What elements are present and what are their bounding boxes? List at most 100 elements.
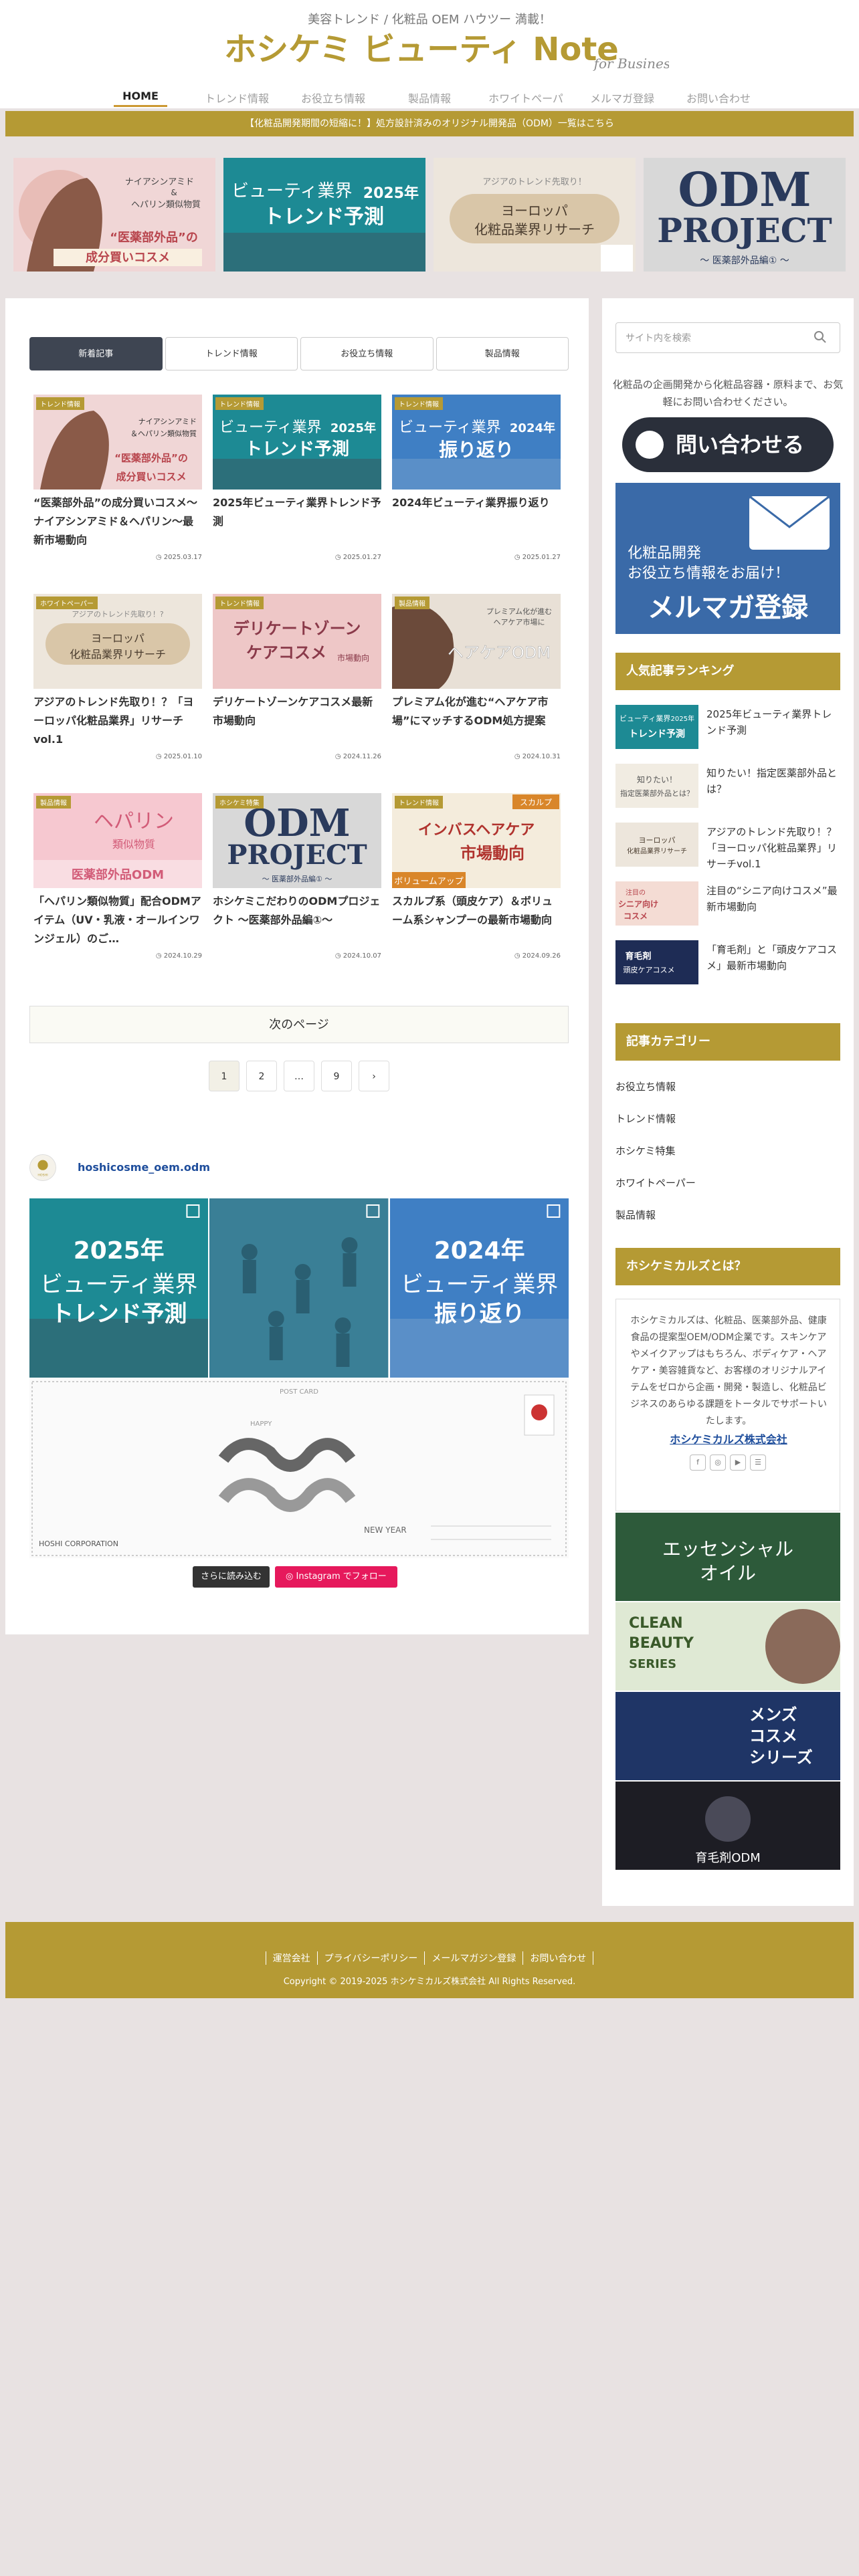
- article-card[interactable]: トレンド情報 デリケートゾーン ケアコスメ 市場動向 デリケートゾーンケアコスメ…: [213, 594, 381, 760]
- search-icon[interactable]: [814, 330, 827, 344]
- logo-sub-text: for Business: [593, 56, 669, 72]
- site-logo[interactable]: ホシケミ ビューティ Note for Business: [201, 25, 669, 79]
- notice-bar[interactable]: 【化粧品開発期間の短縮に！】処方設計済みのオリジナル開発品（ODM）一覧はこちら: [5, 111, 854, 136]
- category-link[interactable]: 製品情報: [615, 1208, 840, 1222]
- instagram-account-link[interactable]: hoshicosme_oem.odm: [78, 1161, 210, 1174]
- svg-text:BEAUTY: BEAUTY: [629, 1635, 694, 1652]
- article-card[interactable]: トレンド情報 ビューティ業界 2025年 トレンド予測 2025年ビューティ業界…: [213, 395, 381, 561]
- ranking-item[interactable]: ヨーロッパ 化粧品業界リサーチ アジアのトレンド先取り！？「ヨーロッパ化粧品業界」…: [615, 823, 840, 871]
- svg-text:ナイアシンアミド: ナイアシンアミド: [138, 417, 197, 426]
- tab-useful[interactable]: お役立ち情報: [300, 337, 434, 370]
- next-page-button[interactable]: 次のページ: [29, 1006, 569, 1043]
- instagram-avatar[interactable]: HOSHI: [29, 1154, 56, 1181]
- ranking-item[interactable]: 注目の シニア向け コスメ 注目の“シニア向けコスメ”最新市場動向: [615, 881, 840, 930]
- article-card[interactable]: 製品情報 ヘパリン 類似物質 医薬部外品ODM 「ヘパリン類似物質」配合ODMア…: [33, 793, 202, 960]
- nav-home[interactable]: HOME: [100, 82, 181, 108]
- svg-text:化粧品業界リサーチ: 化粧品業界リサーチ: [627, 847, 687, 855]
- svg-text:ヨーロッパ: ヨーロッパ: [91, 632, 145, 645]
- footer-link-privacy[interactable]: プライバシーポリシー: [316, 1951, 425, 1965]
- svg-text:ビューティ業界: ビューティ業界: [401, 1271, 558, 1298]
- page-link[interactable]: 1: [209, 1061, 240, 1091]
- company-link[interactable]: ホシケミカルズ株式会社: [616, 1430, 841, 1446]
- banner-odm-project[interactable]: ODM PROJECT 〜 医薬部外品編① 〜: [644, 158, 846, 272]
- category-badge: トレンド情報: [395, 397, 443, 410]
- category-link[interactable]: トレンド情報: [615, 1111, 840, 1125]
- svg-text:ビューティ業界: ビューティ業界: [219, 419, 322, 436]
- svg-text:2025年: 2025年: [671, 714, 694, 723]
- copyright: Copyright © 2019-2025 ホシケミカルズ株式会社 All Ri…: [283, 1977, 576, 1987]
- footer-link-mailmag[interactable]: メールマガジン登録: [424, 1951, 522, 1965]
- svg-text:指定医薬部外品とは？: 指定医薬部外品とは？: [620, 788, 694, 798]
- nav-useful[interactable]: お役立ち情報: [293, 82, 373, 108]
- ranking-item[interactable]: ビューティ業界 2025年 トレンド予測 2025年ビューティ業界トレンド予測: [615, 705, 840, 753]
- banner-cosmetics[interactable]: ナイアシンアミド & ヘパリン類似物質 “医薬部外品”の 成分買いコスメ: [13, 158, 215, 272]
- nav-contact[interactable]: お問い合わせ: [678, 82, 759, 108]
- article-card[interactable]: 製品情報 プレミアム化が進む ヘアケア市場に ヘアケアODM プレミアム化が進む…: [392, 594, 561, 760]
- category-link[interactable]: お役立ち情報: [615, 1079, 840, 1093]
- site-header: 美容トレンド / 化粧品 OEM ハウツー 満載！ ホシケミ ビューティ Not…: [0, 0, 859, 121]
- banner-trend-2025[interactable]: ビューティ業界 2025年 トレンド予測: [223, 158, 425, 272]
- article-thumbnail: トレンド情報 ビューティ業界 2025年 トレンド予測: [213, 395, 381, 490]
- svg-text:PROJECT: PROJECT: [227, 839, 367, 871]
- article-card[interactable]: トレンド情報 ナイアシンアミド ＆ヘパリン類似物質 “医薬部外品”の 成分買いコ…: [33, 395, 202, 561]
- nav-trend[interactable]: トレンド情報: [197, 82, 277, 108]
- tab-trend[interactable]: トレンド情報: [165, 337, 298, 370]
- article-card[interactable]: トレンド情報 ビューティ業界 2024年 振り返り 2024年ビューティ業界振り…: [392, 395, 561, 561]
- nav-mailmag[interactable]: メルマガ登録: [582, 82, 662, 108]
- ranking-thumbnail: 育毛剤 頭皮ケアコスメ: [615, 940, 698, 984]
- tab-products[interactable]: 製品情報: [436, 337, 569, 370]
- article-date: ◷ 2024.10.29: [155, 952, 202, 960]
- ad-banner-hair-growth[interactable]: 育毛剤ODM: [615, 1782, 840, 1870]
- instagram-post[interactable]: 2024年 ビューティ業界 振り返り: [389, 1198, 569, 1378]
- page-ellipsis: …: [284, 1061, 314, 1091]
- article-card[interactable]: ホワイトペーパー アジアのトレンド先取り！? ヨーロッパ 化粧品業界リサーチ ア…: [33, 594, 202, 760]
- category-link[interactable]: ホワイトペーパー: [615, 1176, 840, 1190]
- svg-text:HOSHI: HOSHI: [37, 1173, 47, 1177]
- search-input[interactable]: サイト内を検索: [615, 322, 840, 353]
- nav-whitepaper[interactable]: ホワイトペーパー: [486, 82, 566, 121]
- svg-text:エッセンシャル: エッセンシャル: [662, 1538, 793, 1560]
- contact-button[interactable]: 問い合わせる: [622, 417, 834, 472]
- svg-text:コスメ: コスメ: [624, 911, 648, 921]
- nav-products[interactable]: 製品情報: [389, 82, 470, 108]
- article-card[interactable]: ホシケミ特集 ODM PROJECT 〜 医薬部外品編① 〜 ホシケミこだわりの…: [213, 793, 381, 960]
- youtube-icon[interactable]: ▶: [730, 1455, 746, 1471]
- article-card[interactable]: トレンド情報 スカルプ インバスヘアケア 市場動向 ボリュームアップ スカルプ系…: [392, 793, 561, 960]
- instagram-icon: ◎: [286, 1572, 296, 1582]
- svg-text:振り返り: 振り返り: [439, 439, 514, 461]
- tab-new[interactable]: 新着記事: [29, 337, 163, 370]
- ad-banner-essential-oil[interactable]: エッセンシャル オイル: [615, 1513, 840, 1601]
- footer-link-company[interactable]: 運営会社: [265, 1951, 317, 1965]
- footer-link-contact[interactable]: お問い合わせ: [522, 1951, 594, 1965]
- article-date: ◷ 2024.09.26: [514, 952, 561, 960]
- svg-text:ビューティ業界: ビューティ業界: [619, 714, 670, 723]
- ad-banner-mens-cosme[interactable]: メンズ コスメ シリーズ: [615, 1692, 840, 1780]
- category-link[interactable]: ホシケミ特集: [615, 1144, 840, 1158]
- banner-europe-research[interactable]: アジアのトレンド先取り！ ヨーロッパ 化粧品業界リサーチ: [434, 158, 636, 272]
- svg-text:市場動向: 市場動向: [337, 653, 369, 663]
- instagram-post[interactable]: [209, 1198, 389, 1378]
- rss-icon[interactable]: ☰: [750, 1455, 766, 1471]
- next-arrow-button[interactable]: ›: [359, 1061, 389, 1091]
- category-badge: トレンド情報: [36, 397, 84, 410]
- instagram-follow-button[interactable]: ◎ Instagram でフォロー: [275, 1566, 397, 1588]
- svg-text:トレンド予測: トレンド予測: [51, 1301, 187, 1327]
- article-thumbnail: トレンド情報 ナイアシンアミド ＆ヘパリン類似物質 “医薬部外品”の 成分買いコ…: [33, 395, 202, 490]
- load-more-button[interactable]: さらに読み込む: [193, 1566, 270, 1588]
- page-link[interactable]: 9: [321, 1061, 352, 1091]
- instagram-post-postcard[interactable]: POST CARD HAPPY NEW YEAR HOSHI CORPORATI…: [29, 1379, 569, 1558]
- ranking-thumbnail: ヨーロッパ 化粧品業界リサーチ: [615, 823, 698, 867]
- category-badge: 製品情報: [395, 597, 430, 609]
- facebook-icon[interactable]: f: [690, 1455, 706, 1471]
- instagram-grid: 2025年 ビューティ業界 トレンド予測 2024年 ビューティ業界 振り返り: [29, 1198, 569, 1378]
- ranking-title: 「育毛剤」と「頭皮ケアコスメ」最新市場動向: [706, 944, 838, 972]
- ranking-item[interactable]: 育毛剤 頭皮ケアコスメ 「育毛剤」と「頭皮ケアコスメ」最新市場動向: [615, 940, 840, 988]
- ranking-item[interactable]: 知りたい！ 指定医薬部外品とは？ 知りたい！指定医薬部外品とは？: [615, 764, 840, 812]
- instagram-icon[interactable]: ◎: [710, 1455, 726, 1471]
- ad-banner-clean-beauty[interactable]: CLEAN BEAUTY SERIES: [615, 1602, 840, 1691]
- instagram-post[interactable]: 2025年 ビューティ業界 トレンド予測: [29, 1198, 209, 1378]
- mailmag-banner[interactable]: 化粧品開発 お役立ち情報をお届け！ メルマガ登録: [615, 483, 840, 634]
- page-link[interactable]: 2: [246, 1061, 277, 1091]
- category-heading: 記事カテゴリー: [615, 1023, 840, 1061]
- banner-carousel: ナイアシンアミド & ヘパリン類似物質 “医薬部外品”の 成分買いコスメ ビュー…: [13, 158, 846, 272]
